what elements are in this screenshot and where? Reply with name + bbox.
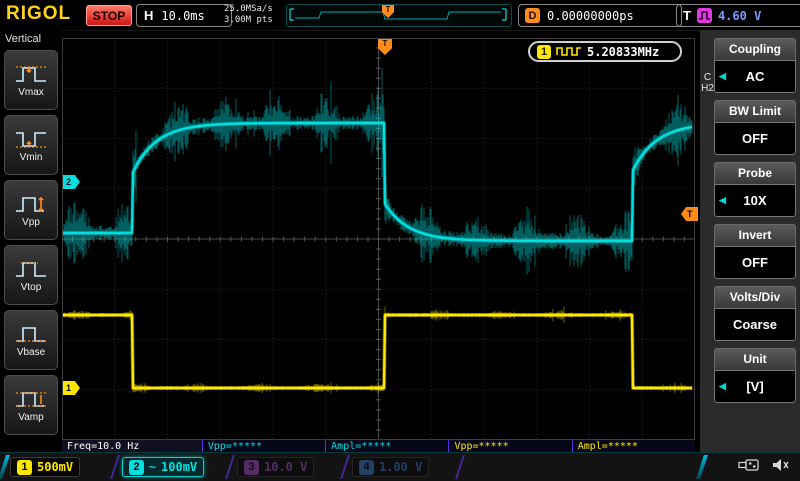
channel-3-status[interactable]: 3 10.0 V: [237, 457, 314, 477]
measure-item-vbase[interactable]: Vbase: [4, 310, 58, 370]
freq-counter-value: 5.20833MHz: [587, 45, 659, 59]
channel-menu-sidebar: CH2 Coupling ◀AC BW Limit ◀OFF Probe ◀10…: [700, 30, 800, 452]
menu-item-value: [V]: [746, 379, 763, 394]
menu-item-invert[interactable]: Invert ◀OFF: [714, 224, 796, 279]
frequency-counter-badge: 1 5.20833MHz: [528, 41, 682, 62]
square-wave-icon: [556, 46, 582, 57]
measure-item-label: Vtop: [21, 282, 42, 293]
measure-menu-title: Vertical: [0, 30, 62, 47]
menu-item-value: OFF: [742, 131, 768, 146]
horizontal-label: H: [144, 8, 153, 23]
menu-item-value: OFF: [742, 255, 768, 270]
vpp-icon: [14, 193, 48, 215]
menu-item-bw-limit[interactable]: BW Limit ◀OFF: [714, 100, 796, 155]
menu-item-label: Coupling: [714, 38, 796, 60]
measure-item-vamp[interactable]: Vamp: [4, 375, 58, 435]
vbase-icon: [14, 323, 48, 345]
menu-item-probe[interactable]: Probe ◀ 10X: [714, 162, 796, 217]
channel-4-status[interactable]: 4 1.00 V: [352, 457, 429, 477]
menu-item-label: Volts/Div: [714, 286, 796, 308]
menu-item-coupling[interactable]: Coupling ◀ AC: [714, 38, 796, 93]
vamp-icon: [14, 388, 48, 410]
menu-item-value: Coarse: [733, 317, 777, 332]
divider: [455, 455, 465, 479]
channel-2-status[interactable]: 2 ~ 100mV: [122, 457, 204, 477]
timebase-value: 10.0ms: [161, 9, 204, 23]
measure-sidebar: Vertical Vmax Vmin Vpp Vtop Vbase Vamp: [0, 30, 62, 452]
top-status-bar: RIGOL STOP H 10.0ms 25.0MSa/s 3.00M pts …: [0, 0, 800, 31]
trigger-label: T: [683, 8, 691, 23]
graticule-border: [62, 38, 695, 440]
measure-item-vmax[interactable]: Vmax: [4, 50, 58, 110]
menu-item-label: Invert: [714, 224, 796, 246]
option-arrow-icon: ◀: [719, 371, 726, 402]
menu-item-value: AC: [746, 69, 765, 84]
trigger-box[interactable]: T 4.60 V: [676, 4, 800, 27]
divider: [110, 455, 120, 479]
delay-icon: D: [525, 8, 540, 23]
option-arrow-icon: ◀: [719, 185, 726, 216]
channel-2-scale: 100mV: [161, 460, 197, 474]
run-state-badge: STOP: [86, 5, 132, 26]
freq-counter-channel-badge: 1: [537, 45, 551, 59]
trigger-source-icon: [697, 8, 712, 23]
thumbnail-waveform: [287, 5, 509, 24]
channel-1-badge: 1: [17, 460, 32, 475]
measure-item-vmin[interactable]: Vmin: [4, 115, 58, 175]
vtop-icon: [14, 258, 48, 280]
vmax-icon: [14, 63, 48, 85]
channel-1-scale: 500mV: [37, 460, 73, 474]
option-arrow-icon: ◀: [719, 61, 726, 92]
ac-coupling-icon: ~: [149, 460, 156, 474]
channel-3-scale: 10.0 V: [264, 460, 307, 474]
measure-item-vtop[interactable]: Vtop: [4, 245, 58, 305]
measure-item-label: Vmin: [20, 152, 43, 163]
acquisition-info: 25.0MSa/s 3.00M pts: [224, 4, 273, 26]
divider: [0, 455, 10, 479]
memory-waveform-thumbnail[interactable]: T: [286, 4, 512, 27]
menu-item-label: BW Limit: [714, 100, 796, 122]
menu-item-label: Unit: [714, 348, 796, 370]
delay-value: 0.00000000ps: [547, 9, 634, 23]
usb-icon: [738, 458, 760, 472]
memory-depth: 3.00M pts: [224, 15, 273, 26]
divider: [225, 455, 235, 479]
measure-item-vpp[interactable]: Vpp: [4, 180, 58, 240]
measure-item-label: Vbase: [17, 347, 45, 358]
horizontal-timebase-box[interactable]: H 10.0ms: [136, 4, 232, 27]
divider: [696, 455, 708, 479]
channel-4-badge: 4: [359, 460, 374, 475]
divider: [340, 455, 350, 479]
rigol-logo: RIGOL: [6, 3, 71, 25]
channel-1-status[interactable]: 1 500mV: [10, 457, 80, 477]
trigger-level-value: 4.60 V: [718, 9, 761, 23]
menu-item-value: 10X: [743, 193, 766, 208]
speaker-icon[interactable]: [772, 458, 790, 472]
measure-item-label: Vmax: [18, 87, 44, 98]
vmin-icon: [14, 128, 48, 150]
menu-item-volts-div[interactable]: Volts/Div ◀Coarse: [714, 286, 796, 341]
menu-item-unit[interactable]: Unit ◀ [V]: [714, 348, 796, 403]
menu-item-label: Probe: [714, 162, 796, 184]
channel-2-badge: 2: [129, 460, 144, 475]
delay-box[interactable]: D 0.00000000ps: [518, 4, 682, 27]
measure-item-label: Vamp: [18, 412, 43, 423]
channel-menu-tab[interactable]: CH2: [701, 72, 714, 94]
channel-3-badge: 3: [244, 460, 259, 475]
measure-item-label: Vpp: [22, 217, 40, 228]
channel-4-scale: 1.00 V: [379, 460, 422, 474]
sample-rate: 25.0MSa/s: [224, 4, 273, 15]
channel-status-bar: 1 500mV 2 ~ 100mV 3 10.0 V 4 1.00 V: [0, 452, 800, 481]
